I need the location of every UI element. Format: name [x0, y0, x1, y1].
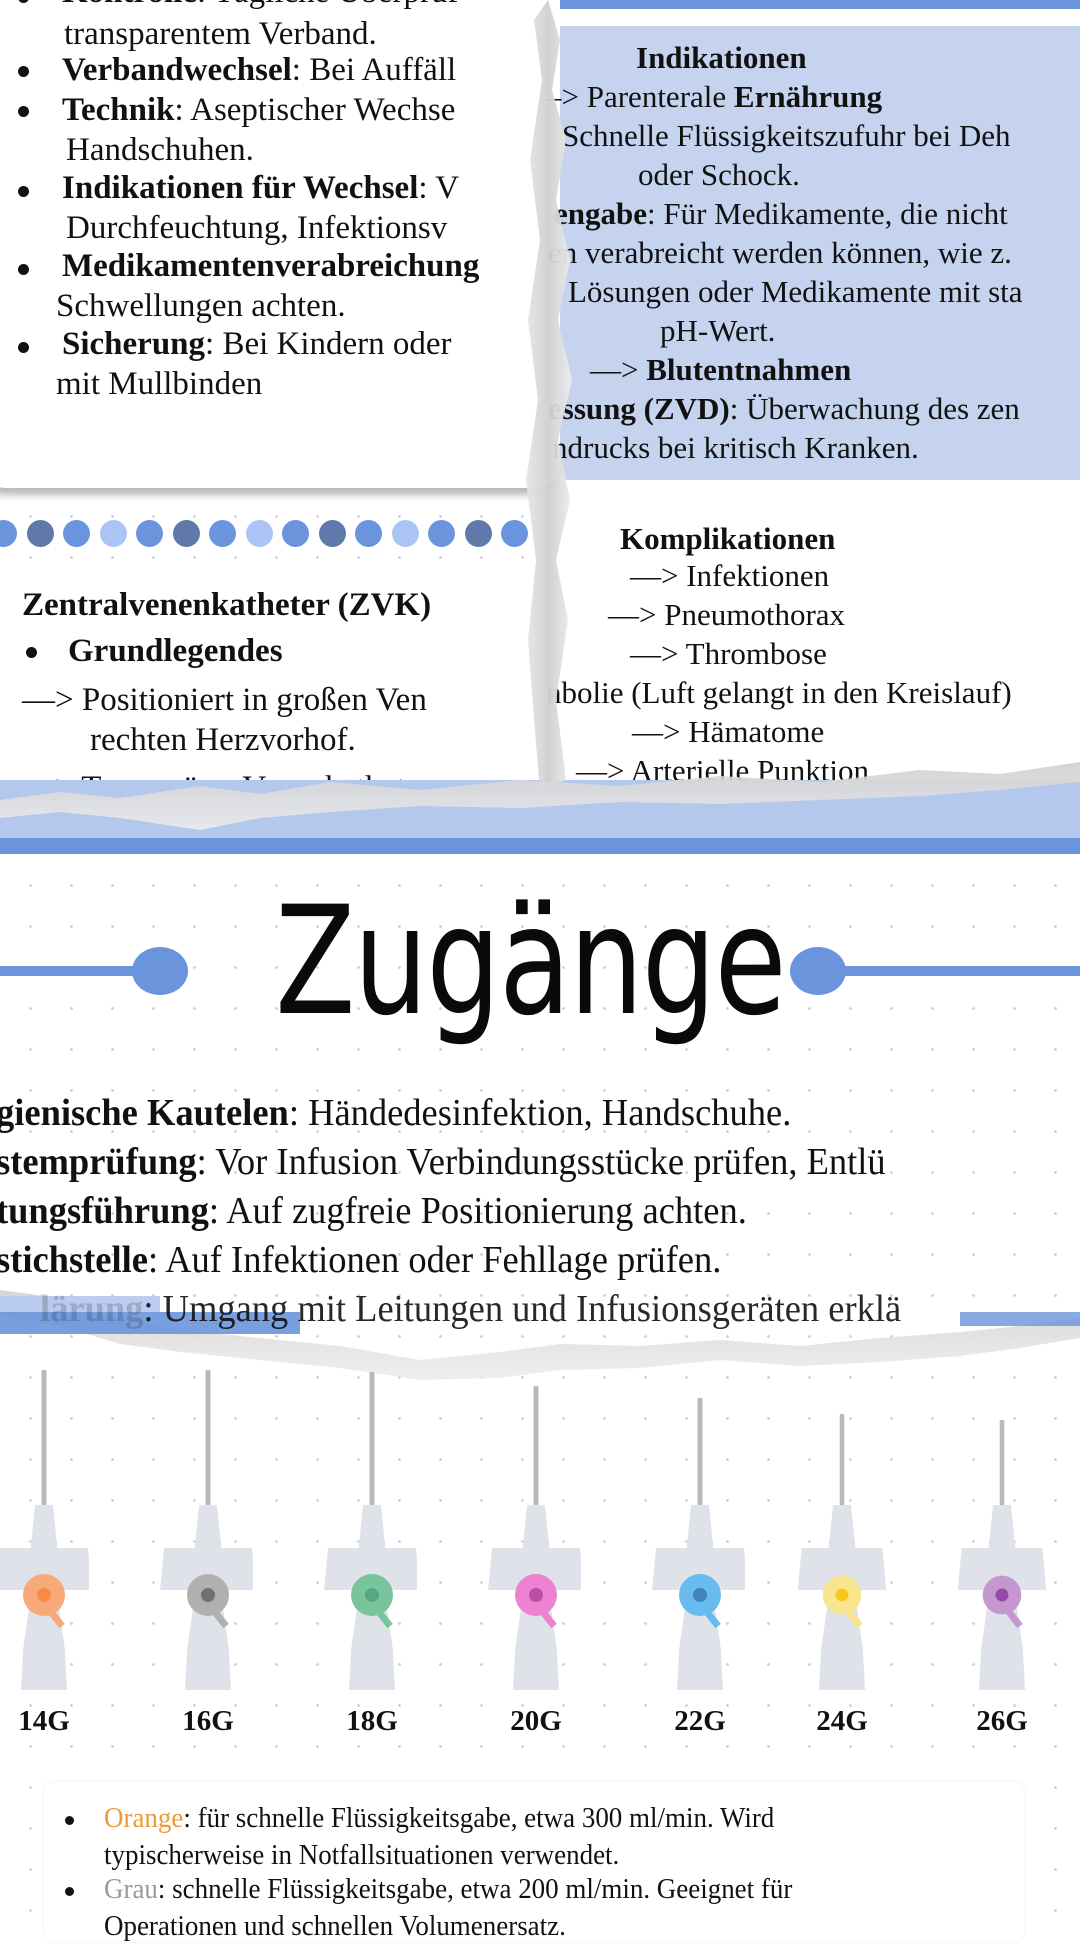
legend-text: : schnelle Flüssigkeitsgabe, etwa 200 ml… [157, 1873, 793, 1905]
rules-list: gienische Kautelen: Händedesinfektion, H… [0, 1090, 1080, 1330]
rule-text: : Auf zugfreie Positionierung achten. [208, 1190, 747, 1232]
cannula-gauge-label: 24G [816, 1705, 868, 1737]
cannula-gauge-label: 22G [674, 1705, 726, 1737]
cannula-22g-icon [652, 1398, 745, 1690]
rule-item: tungsführung: Auf zugfreie Positionierun… [0, 1188, 747, 1234]
legend-item-orange: Orange: für schnelle Flüssigkeitsgabe, e… [104, 1800, 774, 1836]
rule-item: stemprüfung: Vor Infusion Verbindungsstü… [0, 1139, 886, 1185]
cannula-gauge-label: 18G [346, 1705, 398, 1737]
rule-text: : Händedesinfektion, Handschuhe. [288, 1092, 792, 1134]
cannula-14g-icon [0, 1370, 89, 1690]
rule-label: gienische Kautelen [0, 1092, 289, 1134]
page-title: Zugänge [275, 875, 786, 1049]
cannula-16g-icon [160, 1370, 253, 1690]
bullet-icon [65, 1887, 74, 1896]
legend-continuation: typischerweise in Notfallsituationen ver… [104, 1839, 620, 1871]
rule-text: : Umgang mit Leitungen und Infusionsgerä… [143, 1288, 902, 1330]
cannula-18g-icon [324, 1372, 417, 1690]
rule-item: lärung: Umgang mit Leitungen und Infusio… [40, 1286, 901, 1332]
cannula-24g-icon [797, 1414, 887, 1690]
legend-color-name: Orange [104, 1802, 184, 1834]
rule-label: stemprüfung [0, 1141, 197, 1183]
section-title-bar: Zugänge [0, 854, 1080, 1054]
cannula-gauge-label: 26G [976, 1705, 1028, 1737]
torn-edge-vertical [526, 0, 572, 790]
cannula-gauge-label: 20G [510, 1705, 562, 1737]
legend-color-name: Grau [104, 1873, 158, 1905]
rule-text: : Vor Infusion Verbindungsstücke prüfen,… [196, 1141, 886, 1183]
bullet-icon [65, 1816, 74, 1825]
legend-continuation: Operationen und schnellen Volumenersatz. [104, 1910, 566, 1942]
rule-item: stichstelle: Auf Infektionen oder Fehlla… [0, 1237, 721, 1283]
rule-text: : Auf Infektionen oder Fehllage prüfen. [147, 1239, 722, 1281]
rule-label: lärung [40, 1288, 144, 1330]
rule-item: gienische Kautelen: Händedesinfektion, H… [0, 1090, 791, 1136]
rule-label: stichstelle [0, 1239, 148, 1281]
cannula-20g-icon [488, 1386, 581, 1690]
rule-label: tungsführung [0, 1190, 209, 1232]
color-legend-box: Orange: für schnelle Flüssigkeitsgabe, e… [44, 1782, 1024, 1942]
legend-text: : für schnelle Flüssigkeitsgabe, etwa 30… [183, 1802, 775, 1834]
cannula-row: 14G 16G 18G 20G 22G 24G 26G [0, 1360, 1080, 1740]
cannula-gauge-label: 14G [18, 1705, 70, 1737]
cannula-26g-icon [957, 1420, 1047, 1690]
legend-item-grau: Grau: schnelle Flüssigkeitsgabe, etwa 20… [104, 1871, 792, 1907]
cannula-gauge-label: 16G [182, 1705, 234, 1737]
